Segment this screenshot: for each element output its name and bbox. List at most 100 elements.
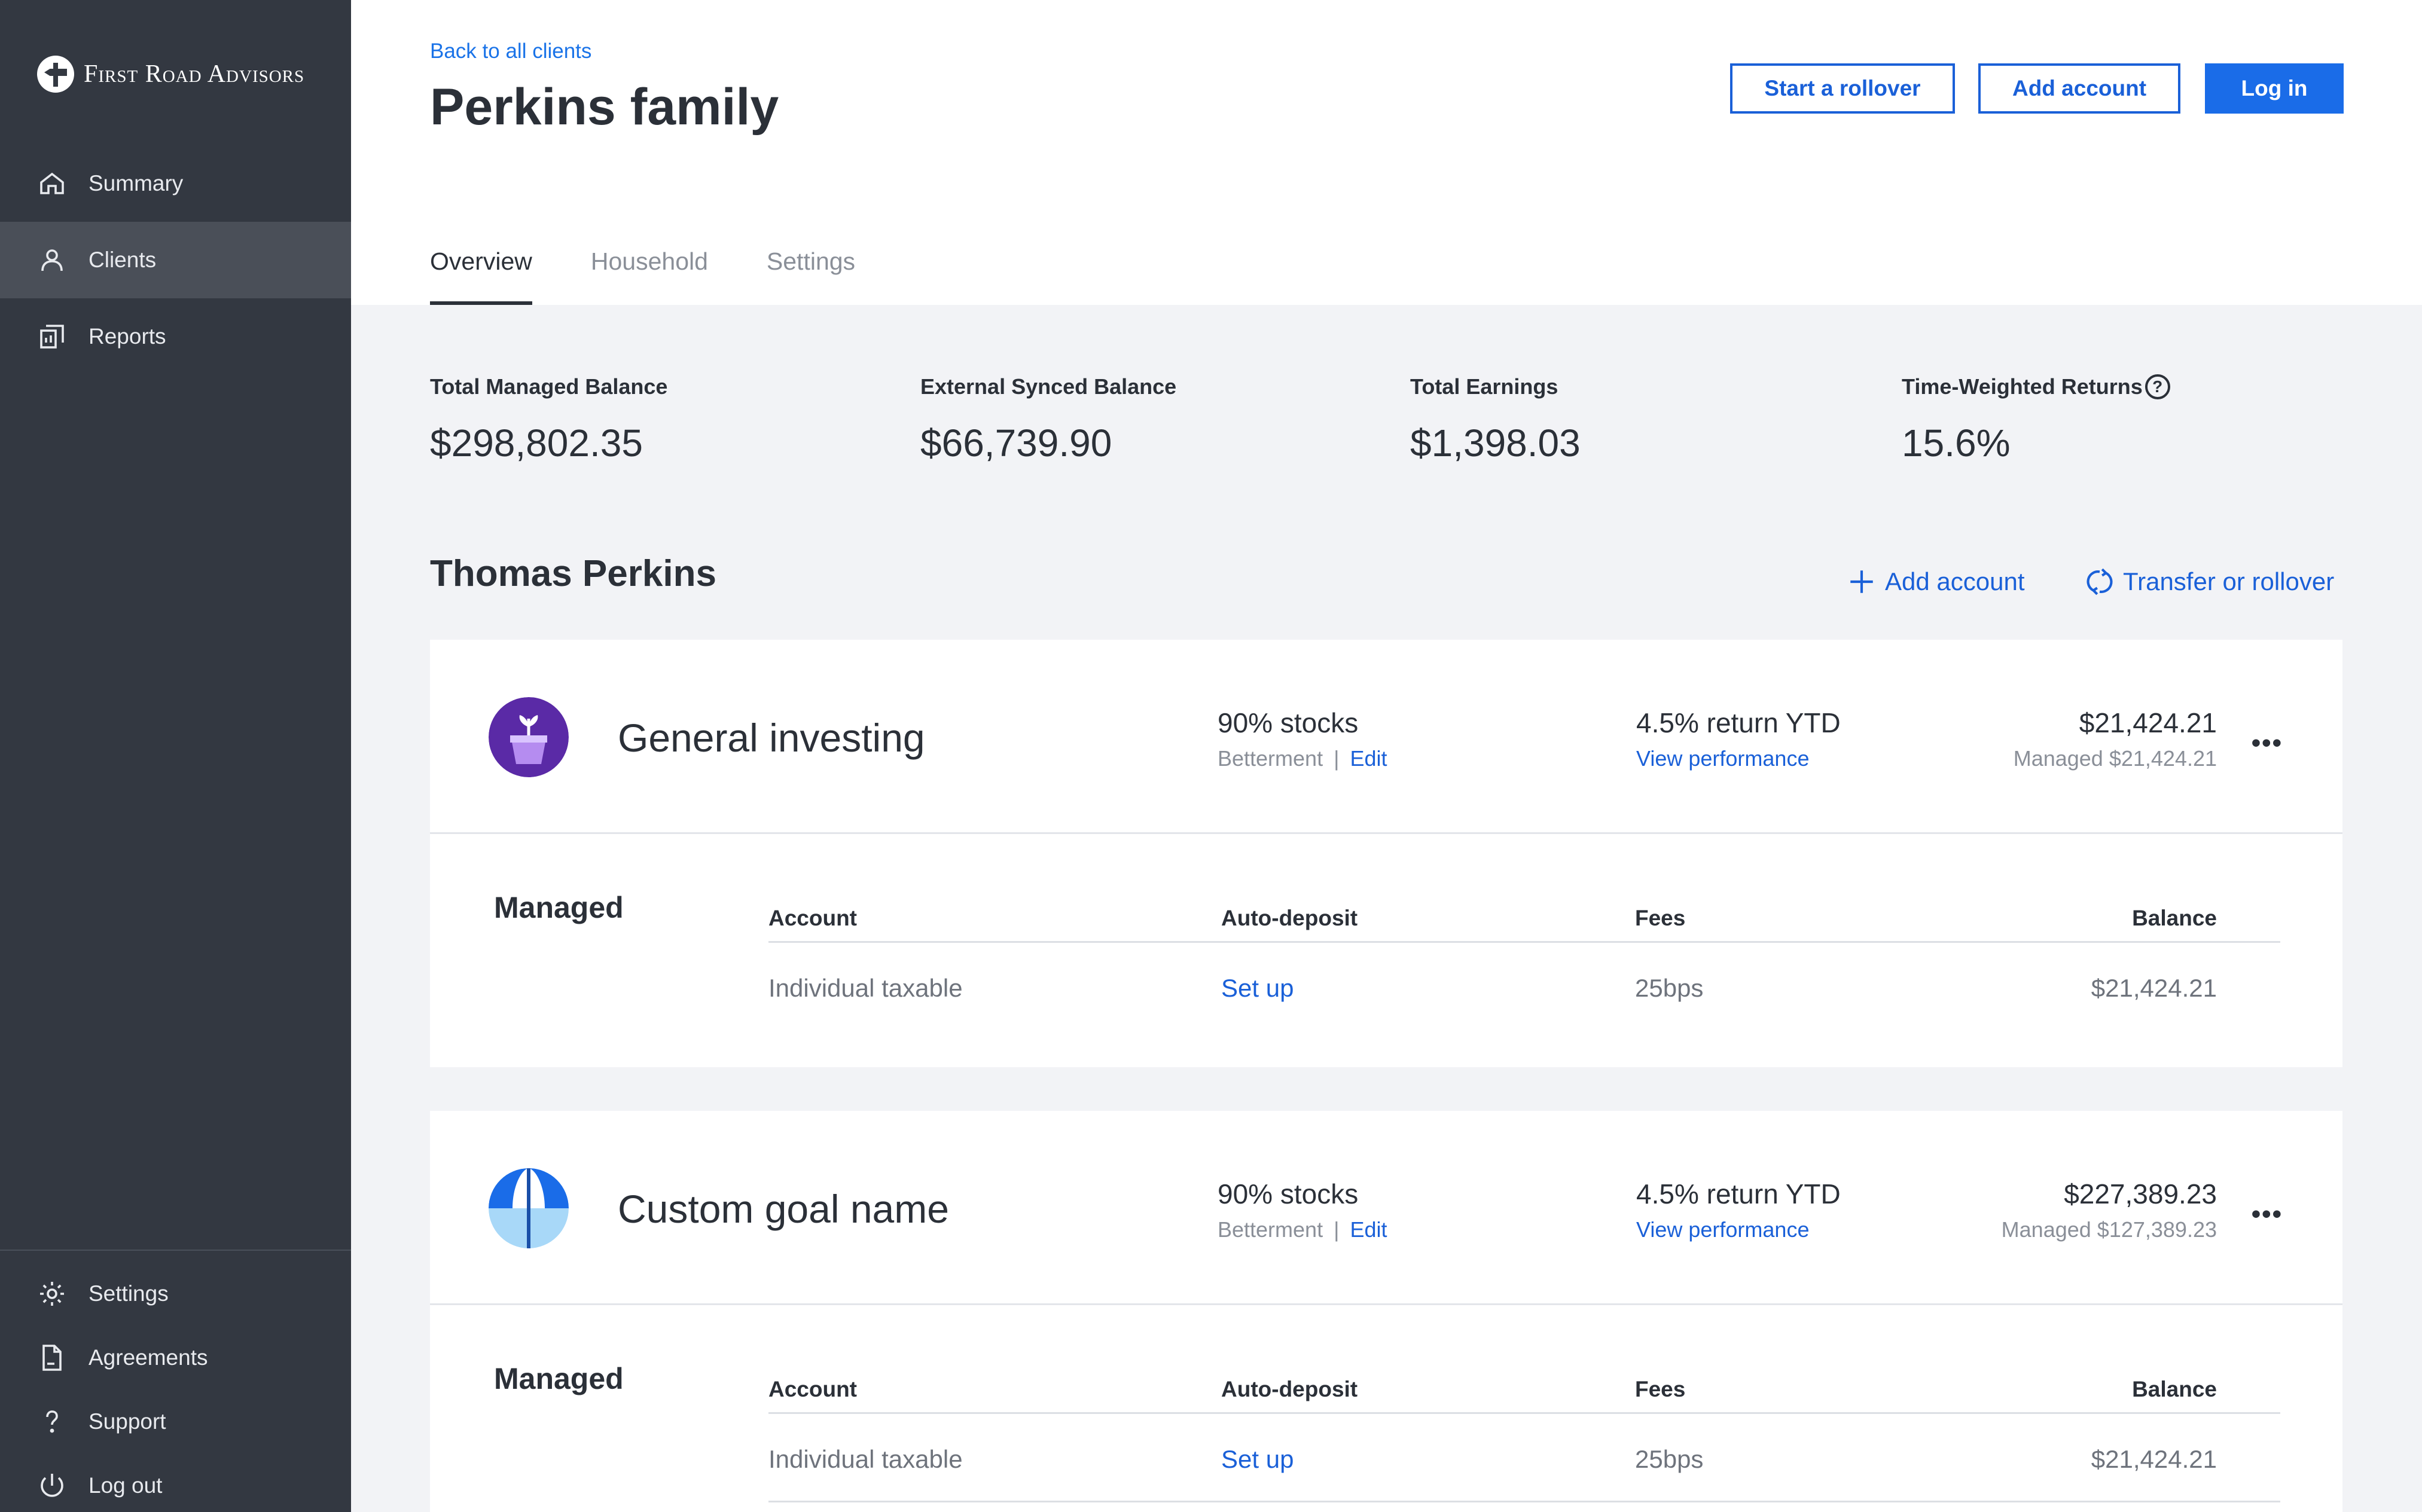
column-header: Auto-deposit xyxy=(1221,1377,1358,1401)
power-icon xyxy=(37,1471,67,1501)
edit-allocation-link[interactable]: Edit xyxy=(1350,1217,1387,1242)
row-balance: $21,424.21 xyxy=(2091,1445,2217,1473)
home-icon xyxy=(37,169,67,198)
stat-value: 15.6% xyxy=(1902,421,2011,465)
balance-value: $21,424.21 xyxy=(2079,707,2217,738)
stat-value: $298,802.35 xyxy=(430,421,643,465)
tab-bar: Overview Household Settings xyxy=(430,244,914,305)
column-header: Fees xyxy=(1635,1377,1686,1401)
sidebar-item-label: Agreements xyxy=(89,1345,208,1370)
goal-name: Custom goal name xyxy=(618,1187,949,1231)
goal-card-body: Managed Account Auto-deposit Fees Balanc… xyxy=(430,1305,2342,1512)
login-button[interactable]: Log in xyxy=(2205,63,2344,114)
sidebar-item-clients[interactable]: Clients xyxy=(0,222,351,298)
edit-allocation-link[interactable]: Edit xyxy=(1350,746,1387,771)
column-header: Account xyxy=(768,906,857,930)
sidebar-item-settings[interactable]: Settings xyxy=(0,1261,351,1325)
reports-icon xyxy=(37,322,67,352)
table-row[interactable]: Individual taxable Set up 25bps $21,424.… xyxy=(768,1414,2280,1502)
sidebar-item-label: Log out xyxy=(89,1473,163,1498)
signpost-logo-icon xyxy=(37,56,74,93)
set-up-auto-deposit-link[interactable]: Set up xyxy=(1221,974,1294,1003)
tab-settings[interactable]: Settings xyxy=(767,244,855,305)
view-performance-link[interactable]: View performance xyxy=(1636,746,1841,771)
return: 4.5% return YTD View performance xyxy=(1636,707,1841,771)
column-header: Account xyxy=(768,1377,857,1401)
sidebar: First Road Advisors Summary Clients Repo… xyxy=(0,0,351,1512)
goal-card-header[interactable]: General investing 90% stocks Betterment |… xyxy=(430,640,2342,834)
brand[interactable]: First Road Advisors xyxy=(37,55,304,93)
allocation-meta: Betterment | Edit xyxy=(1218,1217,1387,1242)
stat-value: $66,739.90 xyxy=(920,421,1112,465)
add-account-label: Add account xyxy=(1885,567,2025,595)
refresh-icon xyxy=(2087,568,2113,595)
stat-label: External Synced Balance xyxy=(920,374,1177,399)
goal-balance: $227,389.23 Managed $127,389.23 xyxy=(2002,1178,2217,1242)
summary-stats: Total Managed Balance $298,802.35 Extern… xyxy=(430,374,2344,470)
managed-balance: Managed $21,424.21 xyxy=(2013,746,2217,771)
account-type: Individual taxable xyxy=(768,974,963,1002)
brand-name: First Road Advisors xyxy=(84,60,305,88)
sidebar-item-support[interactable]: Support xyxy=(0,1389,351,1453)
sidebar-item-label: Settings xyxy=(89,1281,169,1306)
provider-label: Betterment xyxy=(1218,1217,1323,1242)
balance-value: $227,389.23 xyxy=(2064,1178,2217,1209)
transfer-rollover-link[interactable]: Transfer or rollover xyxy=(2085,567,2334,597)
sidebar-item-label: Support xyxy=(89,1409,166,1434)
add-account-button[interactable]: Add account xyxy=(1978,63,2180,114)
return-value: 4.5% return YTD xyxy=(1636,707,1841,738)
tab-overview[interactable]: Overview xyxy=(430,244,532,305)
set-up-auto-deposit-link[interactable]: Set up xyxy=(1221,1445,1294,1474)
sidebar-nav: Summary Clients Reports xyxy=(0,145,351,375)
sidebar-nav-bottom: Settings Agreements Support Log out xyxy=(0,1250,351,1512)
managed-balance: Managed $127,389.23 xyxy=(2001,1217,2217,1242)
goal-balance: $21,424.21 Managed $21,424.21 xyxy=(2014,707,2217,771)
transfer-rollover-label: Transfer or rollover xyxy=(2123,567,2335,595)
help-icon[interactable]: ? xyxy=(2145,374,2170,399)
question-icon xyxy=(37,1407,67,1437)
allocation-value: 90% stocks xyxy=(1218,707,1359,738)
table-row[interactable]: Individual taxable Set up 25bps $21,424.… xyxy=(768,943,2280,1031)
row-balance: $21,424.21 xyxy=(2091,974,2217,1002)
view-performance-link[interactable]: View performance xyxy=(1636,1217,1841,1242)
sidebar-item-logout[interactable]: Log out xyxy=(0,1453,351,1512)
page-header: Back to all clients Perkins family Start… xyxy=(351,0,2422,305)
goal-card-header[interactable]: Custom goal name 90% stocks Betterment | E… xyxy=(430,1111,2342,1305)
fees: 25bps xyxy=(1635,1445,1704,1473)
more-options-button[interactable]: ••• xyxy=(2252,1199,2283,1229)
umbrella-icon xyxy=(489,1168,569,1248)
separator: | xyxy=(1334,1217,1340,1242)
column-header: Balance xyxy=(2132,906,2217,930)
stat-label: Total Earnings xyxy=(1410,374,1558,399)
sidebar-item-agreements[interactable]: Agreements xyxy=(0,1325,351,1389)
fees: 25bps xyxy=(1635,974,1704,1002)
more-options-button[interactable]: ••• xyxy=(2252,728,2283,758)
stat-label: Total Managed Balance xyxy=(430,374,668,399)
sidebar-item-label: Clients xyxy=(89,248,157,272)
back-to-clients-link[interactable]: Back to all clients xyxy=(430,39,591,63)
return: 4.5% return YTD View performance xyxy=(1636,1178,1841,1242)
goal-card: General investing 90% stocks Betterment |… xyxy=(430,640,2342,1067)
page-title: Perkins family xyxy=(430,78,779,136)
stat-total-managed: Total Managed Balance $298,802.35 xyxy=(430,374,667,465)
return-value: 4.5% return YTD xyxy=(1636,1178,1841,1209)
allocation-value: 90% stocks xyxy=(1218,1178,1359,1209)
add-account-link[interactable]: Add account xyxy=(1847,567,2025,597)
stat-time-weighted-returns: Time-Weighted Returns ? 15.6% xyxy=(1902,374,2170,465)
client-name: Thomas Perkins xyxy=(430,553,716,594)
column-header: Auto-deposit xyxy=(1221,906,1358,930)
provider-label: Betterment xyxy=(1218,746,1323,771)
stat-external-synced: External Synced Balance $66,739.90 xyxy=(920,374,1176,465)
tab-household[interactable]: Household xyxy=(591,244,708,305)
sidebar-item-summary[interactable]: Summary xyxy=(0,145,351,222)
start-rollover-button[interactable]: Start a rollover xyxy=(1730,63,1955,114)
account-type: Individual taxable xyxy=(768,1445,963,1473)
separator: | xyxy=(1334,746,1340,771)
plus-icon xyxy=(1850,570,1873,593)
table-header: Account Auto-deposit Fees Balance xyxy=(768,895,2280,943)
gear-icon xyxy=(37,1279,67,1309)
sidebar-item-reports[interactable]: Reports xyxy=(0,298,351,375)
stat-label: Time-Weighted Returns ? xyxy=(1902,374,2170,399)
accounts-table: Account Auto-deposit Fees Balance Indivi… xyxy=(768,895,2280,1031)
section-label: Managed xyxy=(494,1362,624,1395)
